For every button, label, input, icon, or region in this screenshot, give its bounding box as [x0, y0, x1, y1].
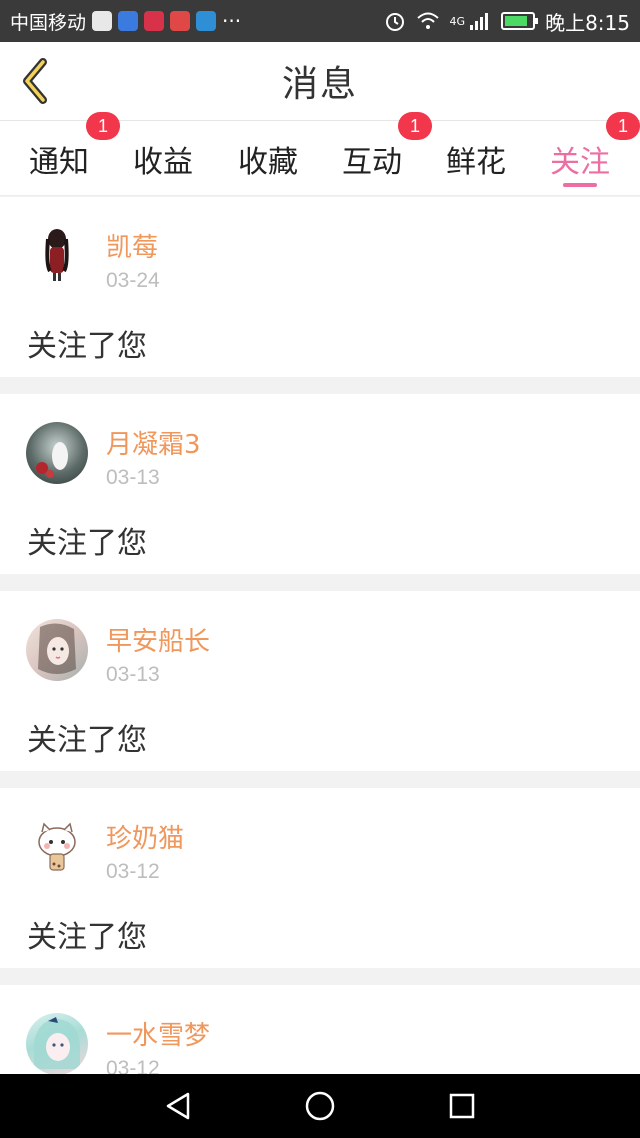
- message-text: 关注了您: [27, 526, 147, 561]
- battery-icon: [501, 12, 539, 30]
- message-item[interactable]: 月凝霜3 03-13 关注了您: [0, 394, 640, 574]
- avatar[interactable]: [26, 619, 88, 681]
- message-date: 03-12: [106, 1057, 160, 1074]
- tab-favorites[interactable]: 收藏: [228, 121, 308, 197]
- message-date: 03-13: [106, 663, 160, 686]
- page-title: 消息: [281, 64, 358, 105]
- user-name[interactable]: 月凝霜3: [106, 424, 201, 461]
- home-circle-icon: [305, 1091, 335, 1121]
- app-notification-icon: [170, 11, 191, 31]
- nav-recents-button[interactable]: [442, 1088, 482, 1124]
- app-notification-icon: [144, 11, 165, 31]
- message-item[interactable]: 凯莓 03-24 关注了您: [0, 197, 640, 377]
- message-item[interactable]: 珍奶猫 03-12 关注了您: [0, 788, 640, 968]
- app-notification-icon: [196, 11, 217, 31]
- tab-label: 互动: [342, 145, 402, 180]
- carrier-label: 中国移动: [10, 11, 87, 34]
- user-name[interactable]: 珍奶猫: [106, 818, 184, 855]
- status-bar: 中国移动 ··· 4G 晚上8:15: [0, 0, 640, 42]
- more-notifications-icon: ···: [222, 9, 242, 33]
- app-notification-icon: [92, 11, 113, 31]
- chevron-left-icon: [23, 58, 47, 104]
- clock-time: 晚上8:15: [545, 10, 630, 35]
- wifi-icon: [416, 12, 439, 29]
- unread-badge: 1: [86, 112, 120, 140]
- message-item[interactable]: 一水雪梦 03-12: [0, 985, 640, 1074]
- tab-earnings[interactable]: 收益: [123, 121, 203, 197]
- nav-home-button[interactable]: [300, 1088, 340, 1124]
- message-item[interactable]: 早安船长 03-13 关注了您: [0, 591, 640, 771]
- message-text: 关注了您: [27, 329, 147, 364]
- unread-badge: 1: [398, 112, 432, 140]
- avatar[interactable]: [26, 816, 88, 878]
- tab-label: 鲜花: [446, 145, 506, 180]
- app-notification-icon: [118, 11, 139, 31]
- unread-badge: 1: [606, 112, 640, 140]
- active-tab-indicator: [563, 183, 597, 187]
- avatar[interactable]: [26, 422, 88, 484]
- system-nav-bar: [0, 1074, 640, 1138]
- tab-label: 收藏: [238, 145, 298, 180]
- alarm-icon: [385, 13, 404, 31]
- message-date: 03-12: [106, 860, 160, 883]
- tab-label: 关注: [550, 145, 610, 180]
- page-header: 消息: [0, 42, 640, 120]
- message-date: 03-24: [106, 269, 160, 292]
- tab-label: 收益: [133, 145, 193, 180]
- message-text: 关注了您: [27, 920, 147, 955]
- message-text: 关注了您: [27, 723, 147, 758]
- tab-label: 通知: [29, 145, 89, 180]
- tab-flowers[interactable]: 鲜花: [436, 121, 516, 197]
- network-type-label: 4G: [449, 14, 466, 28]
- avatar[interactable]: [26, 225, 88, 287]
- back-triangle-icon: [166, 1092, 190, 1120]
- user-name[interactable]: 凯莓: [106, 227, 158, 264]
- user-name[interactable]: 早安船长: [106, 621, 210, 658]
- avatar[interactable]: [26, 1013, 88, 1074]
- recents-square-icon: [449, 1093, 475, 1119]
- nav-back-button[interactable]: [158, 1088, 198, 1124]
- back-button[interactable]: [14, 56, 54, 106]
- message-date: 03-13: [106, 466, 160, 489]
- user-name[interactable]: 一水雪梦: [106, 1015, 210, 1052]
- signal-icon: [470, 13, 489, 30]
